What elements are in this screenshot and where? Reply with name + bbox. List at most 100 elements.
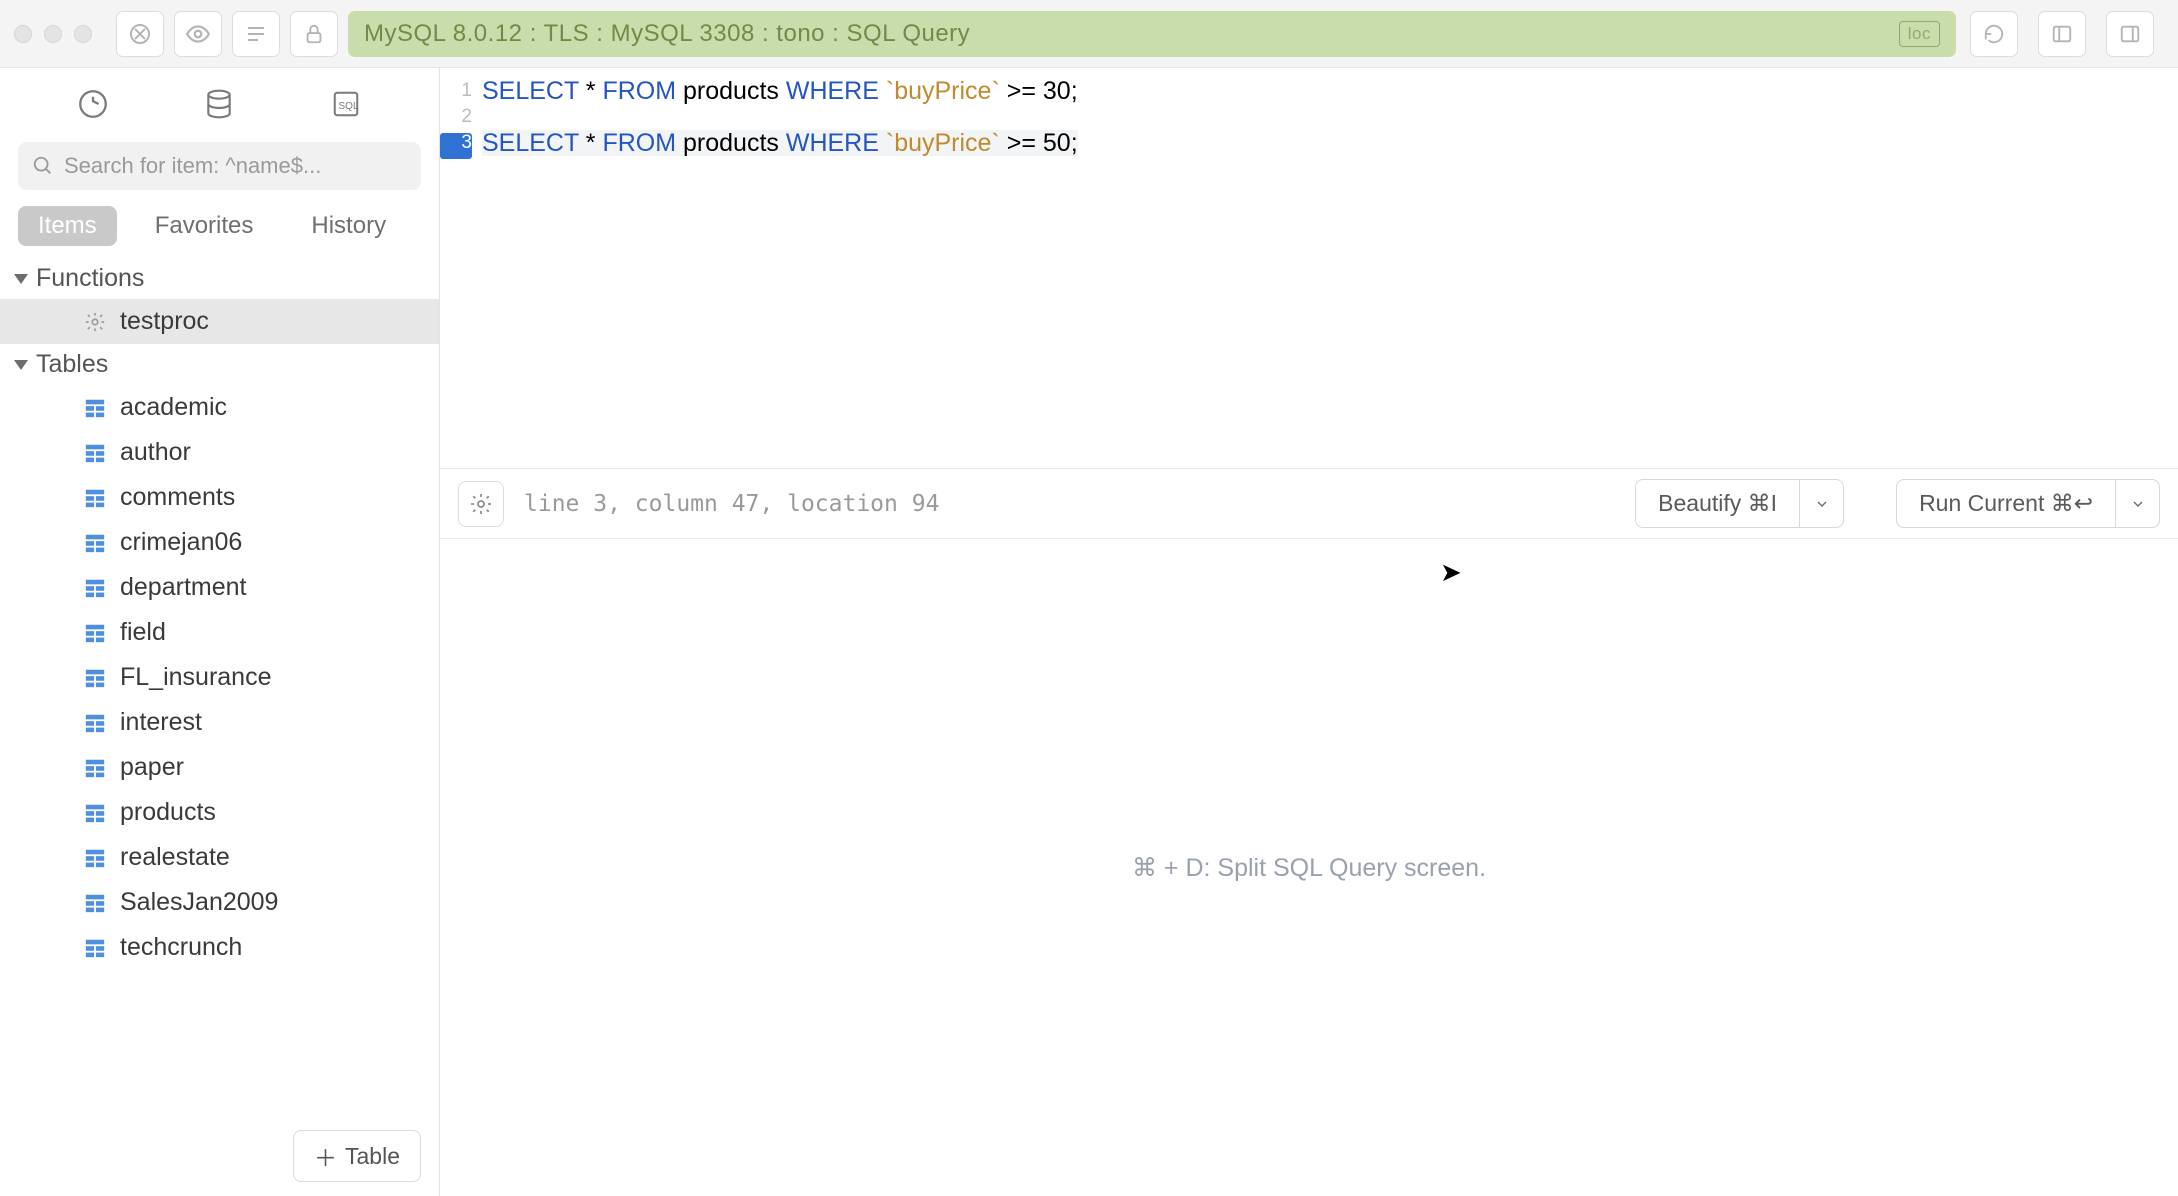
function-item-label: testproc xyxy=(120,307,209,336)
tab-history[interactable]: History xyxy=(291,206,406,246)
table-item-label: author xyxy=(120,438,191,467)
connection-icon[interactable] xyxy=(71,82,115,126)
table-icon xyxy=(84,532,106,554)
beautify-group: Beautify ⌘I xyxy=(1635,479,1844,528)
line-number: 2 xyxy=(440,107,472,133)
zoom-window-dot[interactable] xyxy=(74,25,92,43)
beautify-button[interactable]: Beautify ⌘I xyxy=(1635,479,1800,528)
loc-badge: loc xyxy=(1899,21,1940,47)
lock-icon[interactable] xyxy=(290,11,338,57)
table-item-label: paper xyxy=(120,753,184,782)
table-item-label: realestate xyxy=(120,843,230,872)
run-group: Run Current ⌘↩︎ xyxy=(1896,479,2160,528)
search-input[interactable] xyxy=(64,153,407,179)
table-item[interactable]: products xyxy=(0,790,439,835)
table-item[interactable]: author xyxy=(0,430,439,475)
run-menu-button[interactable] xyxy=(2116,479,2160,528)
table-item-label: SalesJan2009 xyxy=(120,888,278,917)
minimize-window-dot[interactable] xyxy=(44,25,62,43)
sidebar: SQL Items Favorites History Functions te… xyxy=(0,68,440,1196)
panel-left-icon[interactable] xyxy=(2038,11,2086,57)
window-traffic-lights xyxy=(14,25,116,43)
sql-icon[interactable]: SQL xyxy=(324,82,368,126)
line-number: 1 xyxy=(440,81,472,107)
svg-text:SQL: SQL xyxy=(338,101,358,112)
table-item-label: field xyxy=(120,618,166,647)
table-item[interactable]: crimejan06 xyxy=(0,520,439,565)
group-functions[interactable]: Functions xyxy=(0,258,439,299)
table-item-label: crimejan06 xyxy=(120,528,242,557)
table-item[interactable]: realestate xyxy=(0,835,439,880)
table-icon xyxy=(84,577,106,599)
table-icon xyxy=(84,667,106,689)
code-line xyxy=(482,104,1078,130)
table-item[interactable]: academic xyxy=(0,385,439,430)
table-item[interactable]: field xyxy=(0,610,439,655)
main-panel: 1 2 3 SELECT * FROM products WHERE `buyP… xyxy=(440,68,2178,1196)
table-item-label: interest xyxy=(120,708,202,737)
group-tables[interactable]: Tables xyxy=(0,344,439,385)
disclosure-triangle-icon xyxy=(14,360,28,370)
plus-icon: ＋ xyxy=(314,1139,337,1173)
connection-address-bar[interactable]: MySQL 8.0.12 : TLS : MySQL 3308 : tono :… xyxy=(348,11,1956,57)
beautify-menu-button[interactable] xyxy=(1800,479,1844,528)
sidebar-tabs: Items Favorites History xyxy=(0,202,439,258)
table-item[interactable]: comments xyxy=(0,475,439,520)
database-icon[interactable] xyxy=(197,82,241,126)
group-tables-label: Tables xyxy=(36,350,108,379)
table-item[interactable]: FL_insurance xyxy=(0,655,439,700)
editor-gutter: 1 2 3 xyxy=(440,78,472,468)
table-item[interactable]: interest xyxy=(0,700,439,745)
gear-icon xyxy=(84,311,106,333)
list-icon[interactable] xyxy=(232,11,280,57)
disclosure-triangle-icon xyxy=(14,274,28,284)
code-line: SELECT * FROM products WHERE `buyPrice` … xyxy=(482,130,1078,156)
code-line: SELECT * FROM products WHERE `buyPrice` … xyxy=(482,78,1078,104)
run-current-button[interactable]: Run Current ⌘↩︎ xyxy=(1896,479,2116,528)
table-icon xyxy=(84,487,106,509)
table-item[interactable]: techcrunch xyxy=(0,925,439,970)
table-icon xyxy=(84,892,106,914)
table-item-label: FL_insurance xyxy=(120,663,271,692)
table-item[interactable]: paper xyxy=(0,745,439,790)
table-item-label: comments xyxy=(120,483,235,512)
panel-right-icon[interactable] xyxy=(2106,11,2154,57)
sidebar-tree: Functions testproc Tables academic autho… xyxy=(0,258,439,1116)
table-item-label: department xyxy=(120,573,246,602)
cursor-status: line 3, column 47, location 94 xyxy=(524,491,939,517)
results-panel: ➤ ⌘ + D: Split SQL Query screen. xyxy=(440,539,2178,1196)
table-icon xyxy=(84,847,106,869)
editor-toolbar: line 3, column 47, location 94 Beautify … xyxy=(440,468,2178,539)
table-item-label: techcrunch xyxy=(120,933,242,962)
table-icon xyxy=(84,937,106,959)
results-hint: ⌘ + D: Split SQL Query screen. xyxy=(1132,853,1486,883)
add-table-label: Table xyxy=(345,1143,400,1170)
table-icon xyxy=(84,757,106,779)
sql-editor[interactable]: 1 2 3 SELECT * FROM products WHERE `buyP… xyxy=(440,68,2178,468)
group-functions-label: Functions xyxy=(36,264,144,293)
titlebar: MySQL 8.0.12 : TLS : MySQL 3308 : tono :… xyxy=(0,0,2178,68)
cancel-icon[interactable] xyxy=(116,11,164,57)
editor-code[interactable]: SELECT * FROM products WHERE `buyPrice` … xyxy=(472,78,1078,468)
refresh-icon[interactable] xyxy=(1970,11,2018,57)
table-icon xyxy=(84,712,106,734)
table-item[interactable]: SalesJan2009 xyxy=(0,880,439,925)
add-table-button[interactable]: ＋ Table xyxy=(293,1130,421,1182)
tab-favorites[interactable]: Favorites xyxy=(135,206,274,246)
table-item-label: academic xyxy=(120,393,227,422)
editor-settings-button[interactable] xyxy=(458,481,504,527)
table-icon xyxy=(84,622,106,644)
function-item-testproc[interactable]: testproc xyxy=(0,299,439,344)
sidebar-search[interactable] xyxy=(18,142,421,190)
table-item[interactable]: department xyxy=(0,565,439,610)
line-number: 3 xyxy=(440,133,472,159)
connection-address-text: MySQL 8.0.12 : TLS : MySQL 3308 : tono :… xyxy=(364,20,970,48)
preview-eye-icon[interactable] xyxy=(174,11,222,57)
table-icon xyxy=(84,802,106,824)
mouse-cursor-icon: ➤ xyxy=(1440,557,1462,588)
table-icon xyxy=(84,442,106,464)
close-window-dot[interactable] xyxy=(14,25,32,43)
table-item-label: products xyxy=(120,798,216,827)
table-icon xyxy=(84,397,106,419)
tab-items[interactable]: Items xyxy=(18,206,117,246)
